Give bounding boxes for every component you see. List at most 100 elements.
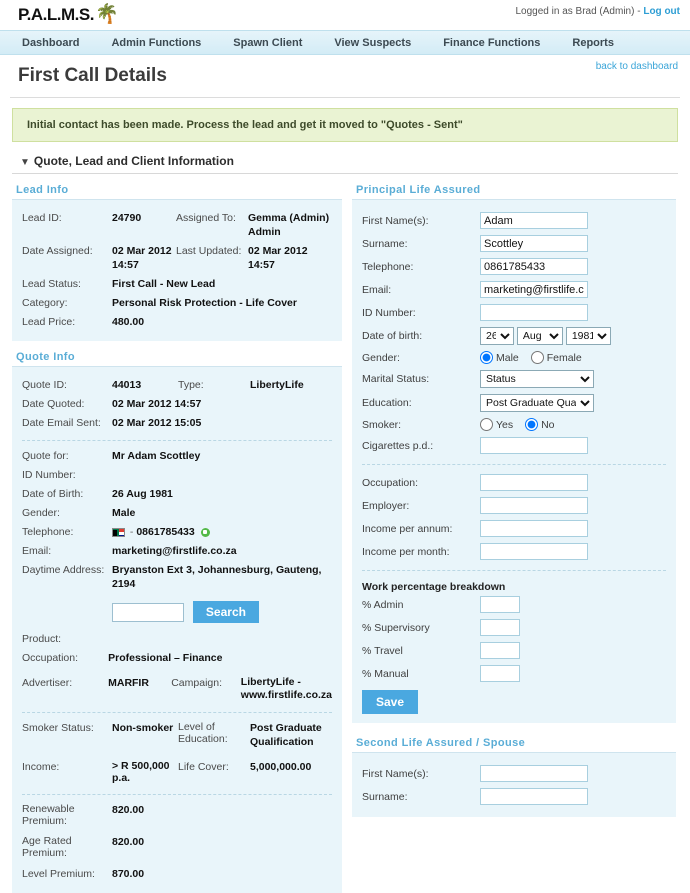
- palm-tree-icon: 🌴: [94, 4, 119, 25]
- table-row: Search: [22, 594, 332, 626]
- address-search-input[interactable]: [112, 602, 184, 622]
- table-row: Date of Birth: 26 Aug 1981: [22, 485, 332, 504]
- cigarettes-input[interactable]: [480, 437, 588, 454]
- lead-price-label: Lead Price:: [22, 316, 76, 328]
- smoker-yes-radio[interactable]: [480, 418, 493, 431]
- client-dob-value: 26 Aug 1981: [112, 488, 173, 500]
- first-names-input[interactable]: [480, 212, 588, 229]
- pct-supervisory-input[interactable]: [480, 619, 520, 636]
- occupation-input[interactable]: [480, 474, 588, 491]
- marital-status-select[interactable]: Status: [480, 370, 594, 388]
- dob-month-select[interactable]: Aug: [516, 327, 563, 345]
- quote-id-label: Quote ID:: [22, 379, 67, 391]
- income-per-month-input[interactable]: [480, 543, 588, 560]
- smoker-cell: Yes No: [480, 415, 666, 434]
- age-rated-premium-label: Age Rated Premium:: [22, 835, 72, 859]
- principal-life-assured-title: Principal Life Assured: [352, 182, 676, 200]
- nav-item-admin-functions[interactable]: Admin Functions: [111, 37, 201, 49]
- education-select[interactable]: Post Graduate Qualifi: [480, 394, 594, 412]
- principal-form: First Name(s): Surname: Telephone:: [362, 209, 666, 457]
- search-row-spacer: [22, 594, 112, 626]
- advertiser-value: MARFIR: [108, 677, 149, 689]
- table-row: First Name(s):: [362, 209, 666, 232]
- table-row: Date of birth: 26 Aug 1981: [362, 324, 666, 348]
- pct-manual-input[interactable]: [480, 665, 520, 682]
- spouse-surname-input[interactable]: [480, 788, 588, 805]
- telephone-input[interactable]: [480, 258, 588, 275]
- pct-admin-cell: [480, 593, 666, 616]
- cigarettes-cell: [480, 434, 666, 457]
- spouse-first-names-label: First Name(s):: [362, 767, 429, 780]
- spouse-first-names-input[interactable]: [480, 765, 588, 782]
- page-root: P.A.L.M.S.🌴 Logged in as Brad (Admin) - …: [0, 0, 690, 893]
- table-row: Advertiser: MARFIR Campaign: LibertyLife…: [22, 668, 332, 705]
- gender-label: Gender:: [362, 351, 400, 364]
- surname-cell: [480, 232, 666, 255]
- quote-info-table-top: Quote ID: 44013 Type: LibertyLife Date Q…: [22, 376, 332, 433]
- quote-underwriting-table: Smoker Status: Non-smoker Level of Educa…: [22, 719, 332, 787]
- table-row: Lead ID: 24790 Assigned To: Gemma (Admin…: [22, 209, 332, 242]
- content-columns: Lead Info Lead ID: 24790 Assigned To: Ge…: [0, 174, 690, 893]
- quote-type-value: LibertyLife: [250, 379, 304, 391]
- client-id-number-label: ID Number:: [22, 469, 76, 481]
- pct-supervisory-label: % Supervisory: [362, 621, 430, 634]
- assigned-to-value: Gemma (Admin) Admin: [247, 212, 330, 238]
- marital-status-label: Marital Status:: [362, 373, 430, 385]
- email-cell: [480, 278, 666, 301]
- nav-item-dashboard[interactable]: Dashboard: [22, 37, 79, 49]
- telephone-label: Telephone:: [362, 260, 414, 273]
- south-africa-flag-icon: [112, 527, 125, 537]
- gender-male-radio[interactable]: [480, 351, 493, 364]
- life-cover-label: Life Cover:: [178, 761, 229, 773]
- employer-input[interactable]: [480, 497, 588, 514]
- email-input[interactable]: [480, 281, 588, 298]
- lead-status-value: First Call - New Lead: [112, 278, 216, 290]
- section-header-quote-lead-client[interactable]: ▼ Quote, Lead and Client Information: [12, 154, 678, 174]
- client-gender-label: Gender:: [22, 507, 60, 519]
- dob-day-select[interactable]: 26: [480, 327, 514, 345]
- smoker-no-radio[interactable]: [525, 418, 539, 431]
- id-number-input[interactable]: [480, 304, 588, 321]
- logout-link[interactable]: Log out: [643, 6, 680, 17]
- nav-item-view-suspects[interactable]: View Suspects: [334, 37, 411, 49]
- search-button[interactable]: Search: [192, 601, 259, 623]
- level-premium-value: 870.00: [112, 868, 145, 880]
- table-row: Date Quoted: 02 Mar 2012 14:57: [22, 395, 332, 414]
- table-row: Product:: [22, 626, 332, 649]
- table-row: Education: Post Graduate Qualifi: [362, 391, 666, 415]
- right-column: Principal Life Assured First Name(s): Su…: [352, 182, 676, 893]
- life-cover-value: 5,000,000.00: [250, 761, 312, 773]
- skype-call-icon[interactable]: [200, 527, 210, 537]
- income-per-month-label: Income per month:: [362, 545, 450, 558]
- status-notice: Initial contact has been made. Process t…: [12, 108, 678, 142]
- spouse-first-names-cell: [480, 762, 666, 785]
- dob-year-select[interactable]: 1981: [565, 327, 611, 345]
- income-per-annum-input[interactable]: [480, 520, 588, 537]
- table-row: Telephone:: [362, 255, 666, 278]
- search-controls: Search: [112, 601, 332, 623]
- category-value: Personal Risk Protection - Life Cover: [112, 297, 297, 309]
- back-to-dashboard-link[interactable]: back to dashboard: [596, 61, 678, 72]
- nav-item-reports[interactable]: Reports: [572, 37, 614, 49]
- pct-admin-input[interactable]: [480, 596, 520, 613]
- nav-item-finance-functions[interactable]: Finance Functions: [443, 37, 540, 49]
- table-row: % Travel: [362, 639, 666, 662]
- employer-cell: [480, 494, 666, 517]
- quote-type-label: Type:: [178, 379, 204, 391]
- first-names-cell: [480, 209, 666, 232]
- last-updated-value: 02 Mar 2012 14:57: [247, 245, 308, 271]
- telephone-cell: [480, 255, 666, 278]
- lead-info-table: Lead ID: 24790 Assigned To: Gemma (Admin…: [22, 209, 332, 332]
- table-row: Quote for: Mr Adam Scottley: [22, 447, 332, 466]
- surname-input[interactable]: [480, 235, 588, 252]
- first-names-label: First Name(s):: [362, 214, 429, 227]
- campaign-value: LibertyLife - www.firstlife.co.za: [240, 676, 333, 701]
- nav-item-spawn-client[interactable]: Spawn Client: [233, 37, 302, 49]
- lead-info-panel: Lead ID: 24790 Assigned To: Gemma (Admin…: [12, 200, 342, 341]
- table-row: Income per annum:: [362, 517, 666, 540]
- save-button[interactable]: Save: [362, 690, 419, 714]
- assigned-to-label: Assigned To:: [175, 212, 236, 224]
- pct-travel-input[interactable]: [480, 642, 520, 659]
- date-of-birth-cell: 26 Aug 1981: [480, 324, 666, 348]
- gender-female-radio[interactable]: [530, 351, 544, 364]
